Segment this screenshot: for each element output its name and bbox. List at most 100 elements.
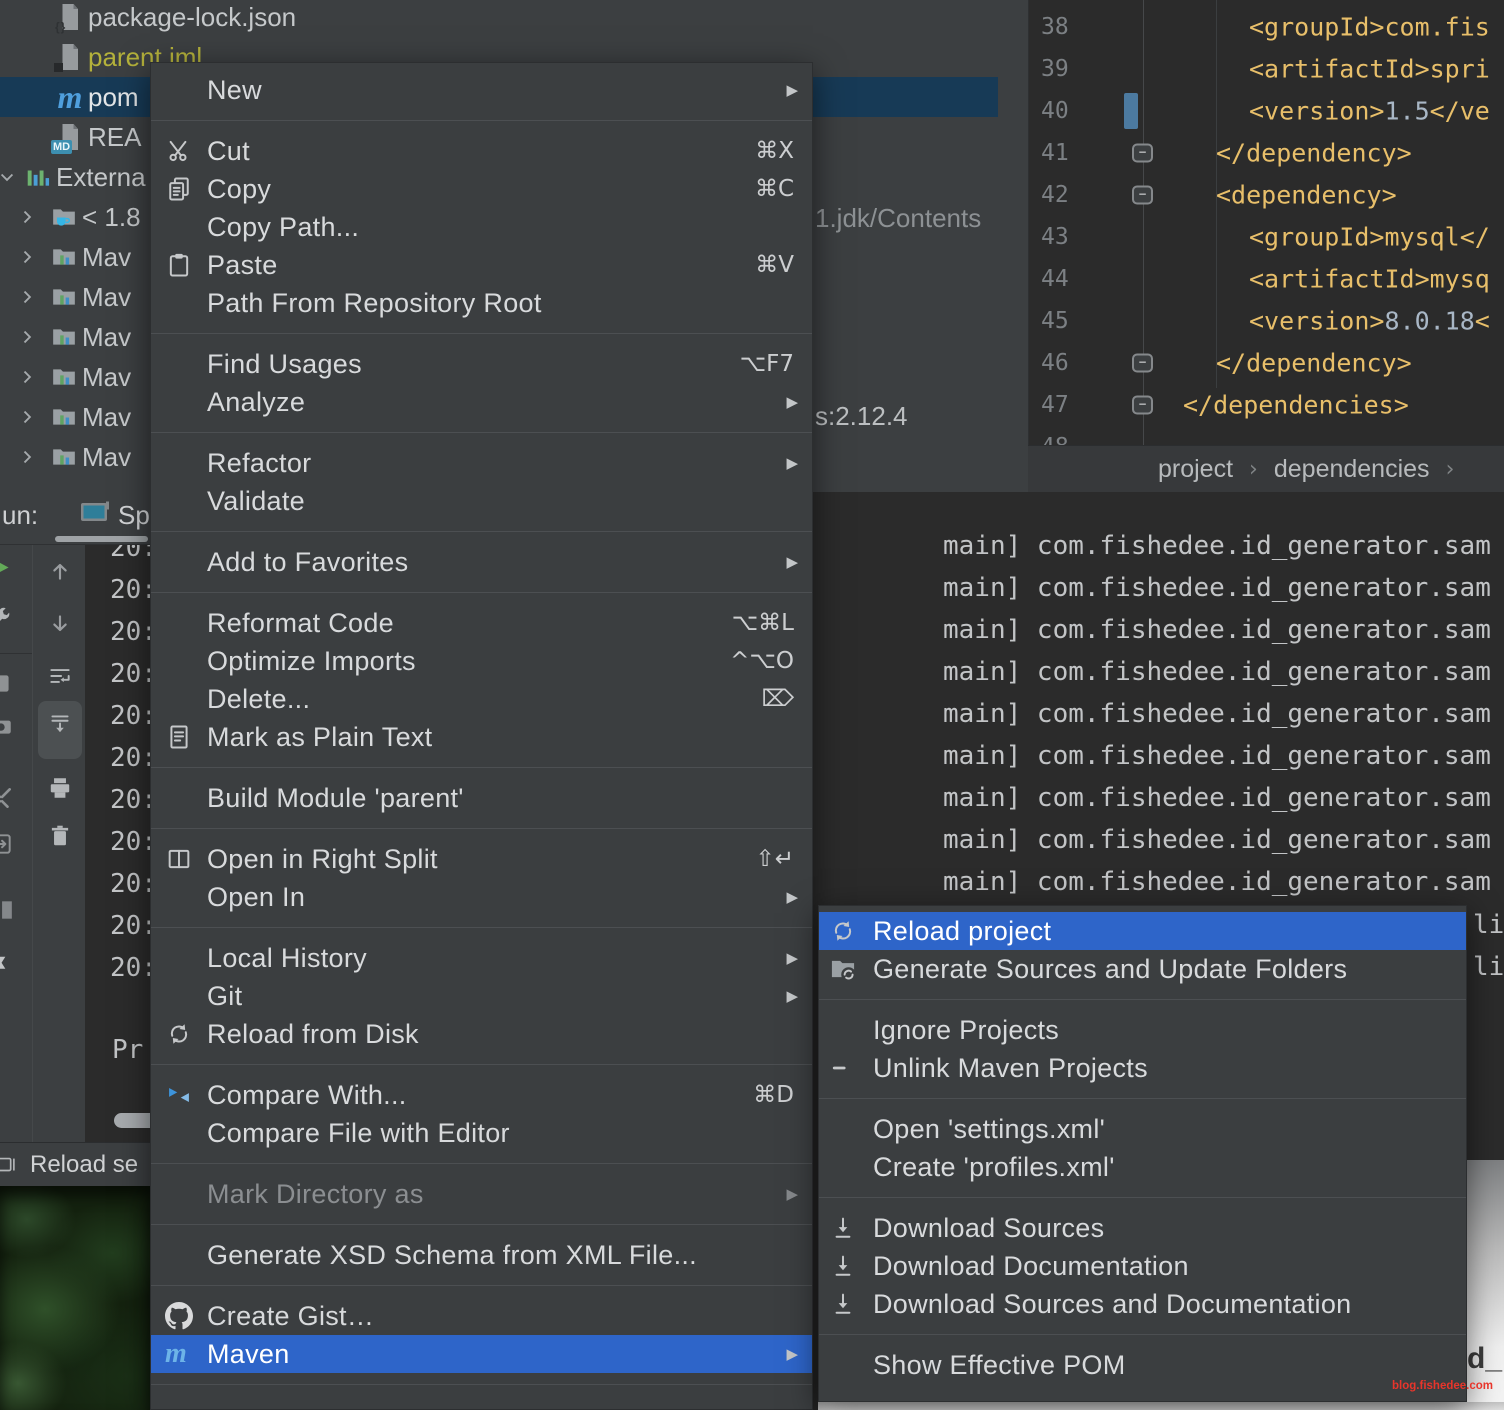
chevron-right-icon[interactable]	[12, 247, 42, 267]
menu-item-create-profiles-xml[interactable]: Create 'profiles.xml'	[819, 1148, 1466, 1186]
scissors-icon	[165, 137, 207, 165]
menu-item-compare-file-with-editor[interactable]: Compare File with Editor	[151, 1114, 812, 1152]
chevron-right-icon[interactable]	[12, 447, 42, 467]
editor-line[interactable]: 40<version>1.5</ve	[1029, 90, 1504, 132]
run-configuration-tab[interactable]: Sp	[118, 500, 150, 531]
square-icon[interactable]	[0, 671, 14, 702]
arrow-down-icon[interactable]	[47, 611, 73, 642]
menu-item-cut[interactable]: Cut⌘X	[151, 132, 812, 170]
menu-item-add-to-favorites[interactable]: Add to Favorites▶	[151, 543, 812, 581]
console-timestamp-fragment: 20:	[110, 869, 150, 899]
menu-item-label: Generate Sources and Update Folders	[873, 954, 1347, 985]
menu-item-label: Open 'settings.xml'	[873, 1114, 1105, 1145]
menu-item-open-in-right-split[interactable]: Open in Right Split⇧↵	[151, 840, 812, 878]
gen-sources-icon	[829, 955, 873, 983]
menu-item-ignore-projects[interactable]: Ignore Projects	[819, 1011, 1466, 1049]
editor-line[interactable]: 47−</dependencies>	[1029, 384, 1504, 426]
menu-item-build-module-parent[interactable]: Build Module 'parent'	[151, 779, 812, 817]
menu-item-download-documentation[interactable]: Download Documentation	[819, 1247, 1466, 1285]
menu-item-label: Unlink Maven Projects	[873, 1053, 1148, 1084]
menu-item-download-sources-and-documentation[interactable]: Download Sources and Documentation	[819, 1285, 1466, 1323]
wrench-icon[interactable]	[0, 605, 14, 636]
camera-icon[interactable]	[0, 713, 14, 744]
window-layout-icon[interactable]	[0, 1154, 18, 1176]
editor-line[interactable]: 46−</dependency>	[1029, 342, 1504, 384]
menu-item-delete[interactable]: Delete...⌦	[151, 680, 812, 718]
menu-item-paste[interactable]: Paste⌘V	[151, 246, 812, 284]
printer-icon[interactable]	[47, 775, 73, 806]
tree-library-version-fragment: s:2.12.4	[815, 401, 908, 432]
menu-item-path-from-repository-root[interactable]: Path From Repository Root	[151, 284, 812, 322]
menu-item-mark-as-plain-text[interactable]: Mark as Plain Text	[151, 718, 812, 756]
editor-line[interactable]: 38<groupId>com.fis	[1029, 6, 1504, 48]
fold-marker-icon[interactable]: −	[1132, 186, 1153, 205]
line-number: 38	[1041, 14, 1069, 40]
menu-item-unlink-maven-projects[interactable]: Unlink Maven Projects	[819, 1049, 1466, 1087]
console-log-line: main] com.fishedee.id_generator.sam	[943, 573, 1491, 603]
menu-item-compare-with[interactable]: Compare With...⌘D	[151, 1076, 812, 1114]
flag-icon[interactable]	[0, 953, 14, 984]
background-window: d_	[1467, 1160, 1504, 1410]
menu-item-show-effective-pom[interactable]: Show Effective POM	[819, 1346, 1466, 1384]
menu-item-open-in[interactable]: Open In▶	[151, 878, 812, 916]
menu-item-reload-project[interactable]: Reload project	[819, 912, 1466, 950]
chevron-down-icon[interactable]	[0, 167, 22, 187]
code-text: <dependency>	[1216, 181, 1397, 210]
editor-line[interactable]: 48	[1029, 426, 1504, 445]
menu-item-create-gist[interactable]: Create Gist…	[151, 1297, 812, 1335]
fold-marker-icon[interactable]: −	[1132, 396, 1153, 415]
menu-item-validate[interactable]: Validate	[151, 482, 812, 520]
menu-separator	[151, 1285, 812, 1286]
library-bars-icon	[22, 160, 54, 194]
menu-item-open-settings-xml[interactable]: Open 'settings.xml'	[819, 1110, 1466, 1148]
box-arrow-icon[interactable]	[0, 831, 14, 862]
layout-icon[interactable]	[0, 897, 14, 928]
chevron-right-icon[interactable]	[12, 287, 42, 307]
editor-line[interactable]: 41−</dependency>	[1029, 132, 1504, 174]
editor-line[interactable]: 39<artifactId>spri	[1029, 48, 1504, 90]
editor-line[interactable]: 45<version>8.0.18<	[1029, 300, 1504, 342]
menu-item-analyze[interactable]: Analyze▶	[151, 383, 812, 421]
editor-line[interactable]: 44<artifactId>mysq	[1029, 258, 1504, 300]
menu-item-git[interactable]: Git▶	[151, 977, 812, 1015]
breadcrumb-item-project[interactable]: project	[1158, 455, 1233, 484]
menu-item-find-usages[interactable]: Find Usages⌥F7	[151, 345, 812, 383]
editor-line[interactable]: 42−<dependency>	[1029, 174, 1504, 216]
tree-item-package-lock-json[interactable]: {}package-lock.json	[0, 0, 998, 37]
fold-marker-icon[interactable]: −	[1132, 144, 1153, 163]
menu-item-download-sources[interactable]: Download Sources	[819, 1209, 1466, 1247]
menu-item-reload-from-disk[interactable]: Reload from Disk	[151, 1015, 812, 1053]
background-window-edge	[818, 1402, 1504, 1410]
menu-item-generate-sources-and-update-folders[interactable]: Generate Sources and Update Folders	[819, 950, 1466, 988]
menu-item-maven[interactable]: mMaven▶	[151, 1335, 812, 1373]
menu-item-copy[interactable]: Copy⌘C	[151, 170, 812, 208]
maven-file-icon: m	[54, 80, 86, 114]
arrow-up-icon[interactable]	[47, 558, 73, 589]
editor-panel[interactable]: 38<groupId>com.fis39<artifactId>spri40<v…	[1028, 0, 1504, 445]
chevron-right-icon[interactable]	[12, 407, 42, 427]
hammers-icon[interactable]	[0, 785, 14, 816]
menu-item-mark-directory-as: Mark Directory as▶	[151, 1175, 812, 1213]
chevron-right-icon[interactable]	[12, 207, 42, 227]
chevron-right-icon[interactable]	[12, 367, 42, 387]
menu-item-generate-xsd-schema-from-xml-file[interactable]: Generate XSD Schema from XML File...	[151, 1236, 812, 1274]
breadcrumb-item-dependencies[interactable]: dependencies	[1274, 455, 1430, 484]
menu-item-copy-path[interactable]: Copy Path...	[151, 208, 812, 246]
play-icon[interactable]	[0, 555, 14, 586]
fold-marker-icon[interactable]: −	[1132, 354, 1153, 373]
trash-icon[interactable]	[47, 823, 73, 854]
editor-line[interactable]: 43<groupId>mysql</	[1029, 216, 1504, 258]
menu-item-new[interactable]: New▶	[151, 71, 812, 109]
console-timestamp-fragment: 20:	[110, 575, 150, 605]
soft-wrap-icon[interactable]	[47, 663, 73, 694]
chevron-right-icon[interactable]	[12, 327, 42, 347]
menu-item-label: Open In	[207, 882, 305, 913]
line-number: 47	[1041, 392, 1069, 418]
menu-item-refactor[interactable]: Refactor▶	[151, 444, 812, 482]
scroll-end-icon[interactable]	[47, 711, 73, 742]
menu-item-optimize-imports[interactable]: Optimize Imports^⌥O	[151, 642, 812, 680]
menu-item-reformat-code[interactable]: Reformat Code⌥⌘L	[151, 604, 812, 642]
minus-icon	[829, 1054, 873, 1082]
maven-m-icon: m	[165, 1340, 207, 1368]
menu-item-local-history[interactable]: Local History▶	[151, 939, 812, 977]
